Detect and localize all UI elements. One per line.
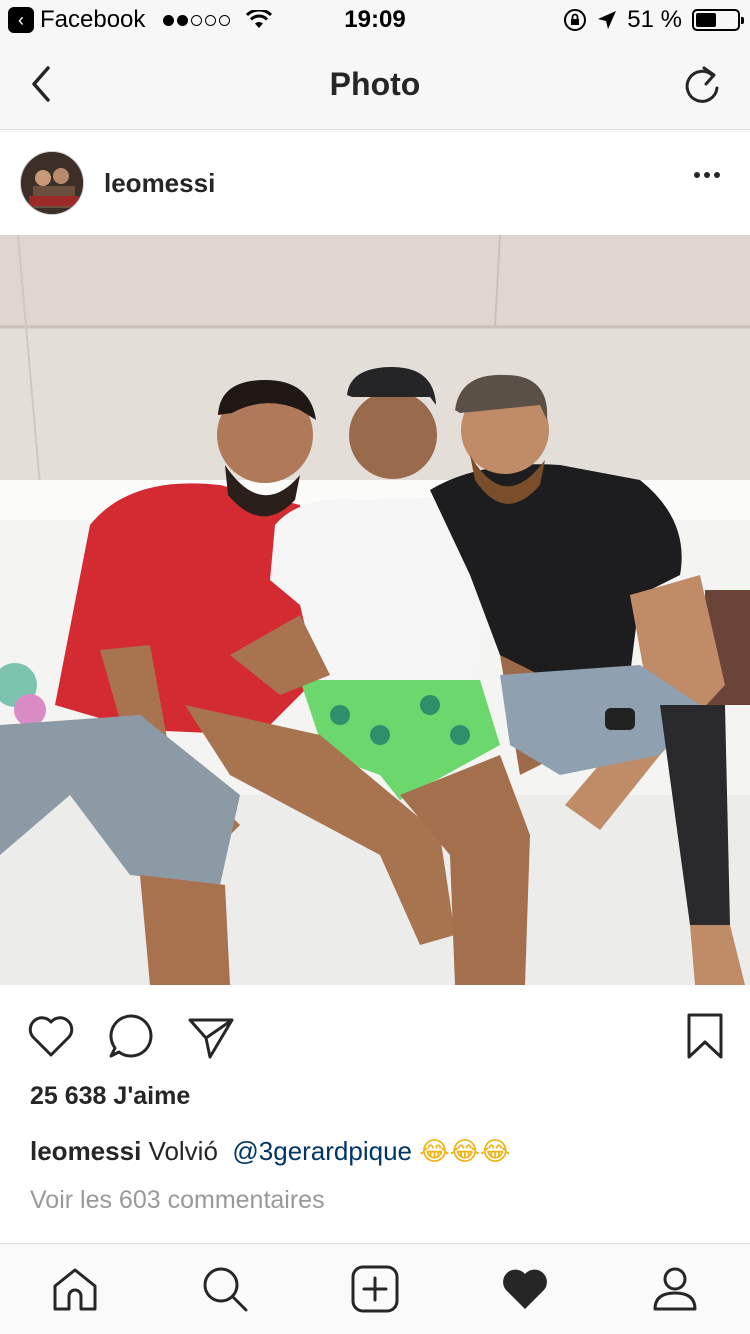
- likes-count[interactable]: 25 638 J'aime: [30, 1082, 190, 1111]
- share-icon[interactable]: [186, 1011, 236, 1061]
- post-header: leomessi: [0, 131, 750, 235]
- view-comments-link[interactable]: Voir les 603 commentaires: [30, 1186, 325, 1215]
- status-right: 51 %: [563, 6, 744, 34]
- bookmark-icon[interactable]: [680, 1011, 730, 1061]
- activity-heart-icon[interactable]: [500, 1264, 550, 1314]
- caption: leomessi Volvió @3gerardpique 😂😂😂: [30, 1136, 510, 1167]
- battery-fill: [696, 13, 717, 27]
- caption-mention[interactable]: @3gerardpique: [232, 1136, 412, 1166]
- refresh-icon[interactable]: [682, 62, 722, 106]
- nav-bar: Photo: [0, 40, 750, 130]
- profile-icon[interactable]: [650, 1264, 700, 1314]
- post-actions: [0, 1005, 750, 1069]
- caption-emoji: 😂😂😂: [419, 1137, 511, 1167]
- search-icon[interactable]: [200, 1264, 250, 1314]
- battery-icon: [692, 9, 744, 31]
- home-icon[interactable]: [50, 1264, 100, 1314]
- status-bar: ‹ Facebook 19:09 51 %: [0, 0, 750, 40]
- battery-label: 51 %: [627, 6, 682, 33]
- post-username[interactable]: leomessi: [104, 168, 215, 199]
- lock-rotation-icon: [564, 9, 587, 31]
- comment-icon[interactable]: [106, 1011, 156, 1061]
- more-icon[interactable]: [694, 172, 720, 178]
- avatar[interactable]: [20, 151, 84, 215]
- tab-bar: [0, 1243, 750, 1334]
- location-icon: [598, 11, 617, 29]
- heart-icon[interactable]: [26, 1011, 76, 1061]
- caption-text: Volvió: [148, 1136, 218, 1166]
- add-icon[interactable]: [350, 1264, 400, 1314]
- page-title: Photo: [329, 66, 421, 102]
- caption-username[interactable]: leomessi: [30, 1136, 141, 1166]
- post-photo[interactable]: [0, 235, 750, 985]
